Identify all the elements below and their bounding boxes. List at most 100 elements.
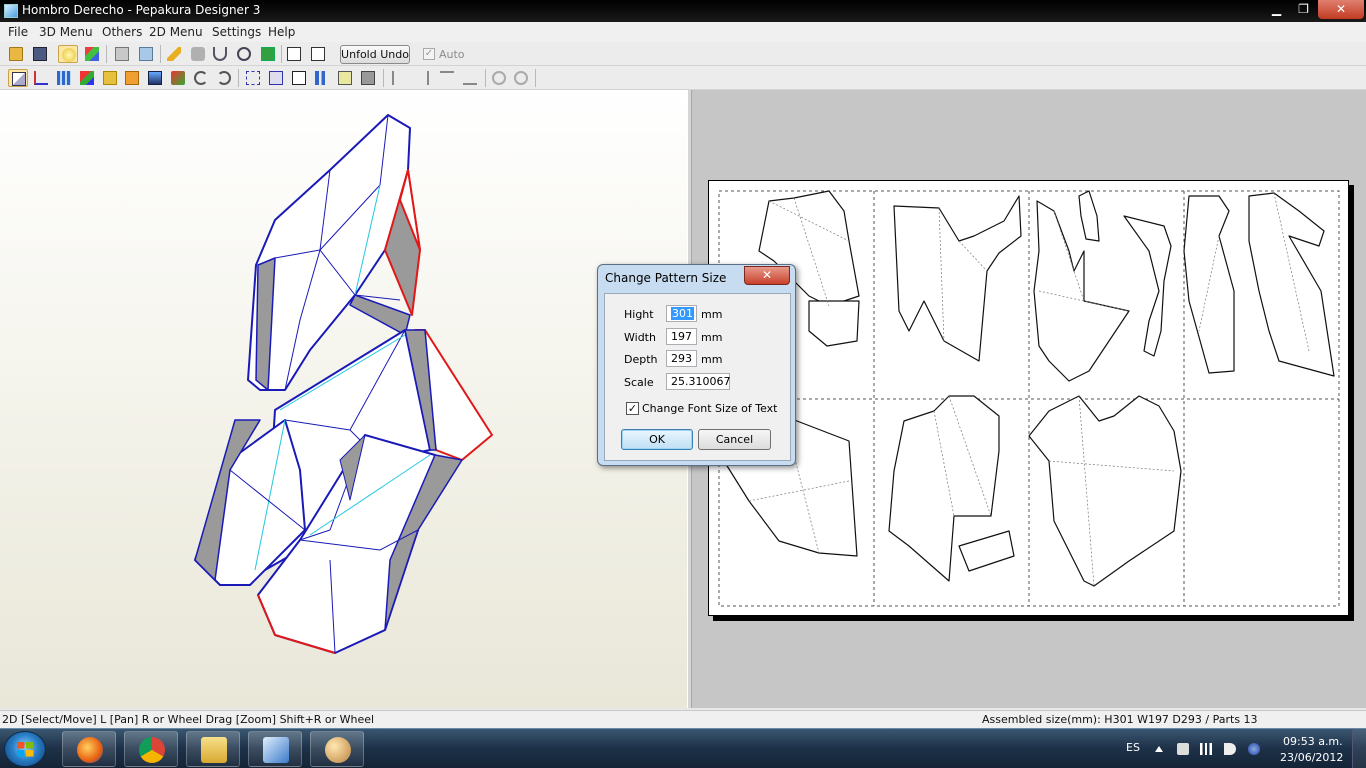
taskbar-paint[interactable] bbox=[310, 731, 364, 767]
view-3d-button[interactable] bbox=[112, 45, 132, 63]
fit-page-icon bbox=[246, 71, 260, 85]
app-icon bbox=[4, 4, 18, 18]
texture-button[interactable] bbox=[82, 45, 102, 63]
change-font-size-label: Change Font Size of Text bbox=[642, 402, 778, 415]
minimize-icon: ▁ bbox=[1271, 2, 1282, 16]
print-preview-button[interactable] bbox=[335, 69, 355, 87]
flap-tool-button[interactable] bbox=[77, 69, 97, 87]
move-button[interactable] bbox=[234, 45, 254, 63]
title-bar[interactable]: Hombro Derecho - Pepakura Designer 3 ▁ ❐… bbox=[0, 0, 1366, 22]
width-input[interactable]: 197 bbox=[666, 328, 697, 345]
add-tool-button[interactable] bbox=[168, 69, 188, 87]
number-tool-button[interactable] bbox=[100, 69, 120, 87]
light-button[interactable] bbox=[58, 45, 78, 63]
change-font-size-checkbox[interactable]: ✓ bbox=[626, 402, 639, 415]
edge-tool-button[interactable] bbox=[31, 69, 51, 87]
select-tool-button[interactable] bbox=[8, 69, 28, 87]
maximize-icon: ❐ bbox=[1298, 2, 1309, 16]
arrange-button[interactable] bbox=[266, 69, 286, 87]
menu-2d[interactable]: 2D Menu bbox=[149, 25, 203, 39]
dropbox-icon[interactable] bbox=[1248, 743, 1260, 755]
window-left-button[interactable] bbox=[284, 45, 304, 63]
taskbar-pepakura[interactable] bbox=[248, 731, 302, 767]
ok-button[interactable]: OK bbox=[621, 429, 693, 450]
chart-button[interactable] bbox=[312, 69, 332, 87]
3d-model[interactable] bbox=[0, 90, 687, 708]
width-unit: mm bbox=[701, 331, 723, 344]
dialog-close-button[interactable]: ✕ bbox=[744, 266, 790, 285]
show-desktop-button[interactable] bbox=[1352, 729, 1366, 768]
pattern-sheet[interactable] bbox=[708, 180, 1349, 616]
taskbar: ES 09:53 a.m. 23/06/2012 bbox=[0, 728, 1366, 768]
clock-date[interactable]: 23/06/2012 bbox=[1280, 751, 1343, 764]
align-left-icon bbox=[392, 71, 406, 85]
height-unit: mm bbox=[701, 308, 723, 321]
menu-3d[interactable]: 3D Menu bbox=[39, 25, 93, 39]
page-one-button[interactable] bbox=[289, 69, 309, 87]
align-top-button[interactable] bbox=[437, 69, 457, 87]
rotate-right-button[interactable] bbox=[214, 69, 234, 87]
cube-gray-icon bbox=[115, 47, 129, 61]
view-3d-alt-button[interactable] bbox=[136, 45, 156, 63]
height-input[interactable]: 301 bbox=[666, 305, 697, 322]
open-button[interactable] bbox=[6, 45, 26, 63]
minimize-button[interactable]: ▁ bbox=[1262, 0, 1291, 19]
fit-page-button[interactable] bbox=[243, 69, 263, 87]
image-tool-button[interactable] bbox=[145, 69, 165, 87]
scale-label: Scale bbox=[624, 376, 654, 389]
auto-checkbox[interactable]: ✓ bbox=[423, 48, 435, 60]
redo-history-button[interactable] bbox=[511, 69, 531, 87]
save-button[interactable] bbox=[30, 45, 50, 63]
taskbar-firefox[interactable] bbox=[62, 731, 116, 767]
signal-icon[interactable] bbox=[1200, 743, 1212, 755]
depth-label: Depth bbox=[624, 353, 658, 366]
grid-tool-button[interactable] bbox=[54, 69, 74, 87]
align-left-button[interactable] bbox=[389, 69, 409, 87]
align-bottom-button[interactable] bbox=[460, 69, 480, 87]
select-face-button[interactable] bbox=[258, 45, 278, 63]
arrow-select-icon bbox=[12, 72, 26, 86]
language-indicator[interactable]: ES bbox=[1126, 741, 1140, 754]
depth-unit: mm bbox=[701, 353, 723, 366]
taskbar-chrome[interactable] bbox=[124, 731, 178, 767]
3d-view-pane[interactable] bbox=[0, 90, 687, 708]
start-button[interactable] bbox=[4, 731, 46, 767]
network-warning-icon[interactable] bbox=[1177, 743, 1189, 755]
pencil-button[interactable] bbox=[164, 45, 184, 63]
image-icon bbox=[148, 71, 162, 85]
menu-others[interactable]: Others bbox=[102, 25, 142, 39]
cylinder-button[interactable] bbox=[188, 45, 208, 63]
dialog-title: Change Pattern Size bbox=[605, 271, 727, 285]
anchor-button[interactable] bbox=[210, 45, 230, 63]
height-value: 301 bbox=[671, 307, 694, 320]
rotate-left-button[interactable] bbox=[191, 69, 211, 87]
close-button[interactable]: ✕ bbox=[1318, 0, 1364, 19]
unfold-undo-button[interactable]: Unfold Undo bbox=[340, 45, 410, 64]
menu-settings[interactable]: Settings bbox=[212, 25, 261, 39]
depth-input[interactable]: 293 bbox=[666, 350, 697, 367]
cancel-button[interactable]: Cancel bbox=[698, 429, 771, 450]
clock-time[interactable]: 09:53 a.m. bbox=[1283, 735, 1343, 748]
undo-history-button[interactable] bbox=[489, 69, 509, 87]
unfolded-pattern[interactable] bbox=[709, 181, 1350, 617]
show-hidden-icons-icon[interactable] bbox=[1155, 746, 1163, 752]
menu-file[interactable]: File bbox=[8, 25, 28, 39]
scale-input[interactable]: 25.310067 bbox=[666, 373, 731, 390]
menu-help[interactable]: Help bbox=[268, 25, 295, 39]
print-button[interactable] bbox=[358, 69, 378, 87]
explorer-icon bbox=[201, 737, 227, 763]
menu-bar: File 3D Menu Others 2D Menu Settings Hel… bbox=[0, 22, 1366, 42]
align-right-button[interactable] bbox=[412, 69, 432, 87]
window-right-button[interactable] bbox=[308, 45, 328, 63]
bars-icon bbox=[315, 71, 329, 85]
maximize-button[interactable]: ❐ bbox=[1289, 0, 1318, 19]
edge-icon bbox=[34, 71, 48, 85]
folder-open-icon bbox=[9, 47, 23, 61]
taskbar-explorer[interactable] bbox=[186, 731, 240, 767]
window-icon bbox=[311, 47, 325, 61]
text-tool-button[interactable] bbox=[122, 69, 142, 87]
close-icon: ✕ bbox=[1335, 2, 1347, 16]
volume-icon[interactable] bbox=[1224, 743, 1236, 755]
anchor-icon bbox=[213, 47, 227, 61]
pencil-icon bbox=[167, 47, 181, 61]
